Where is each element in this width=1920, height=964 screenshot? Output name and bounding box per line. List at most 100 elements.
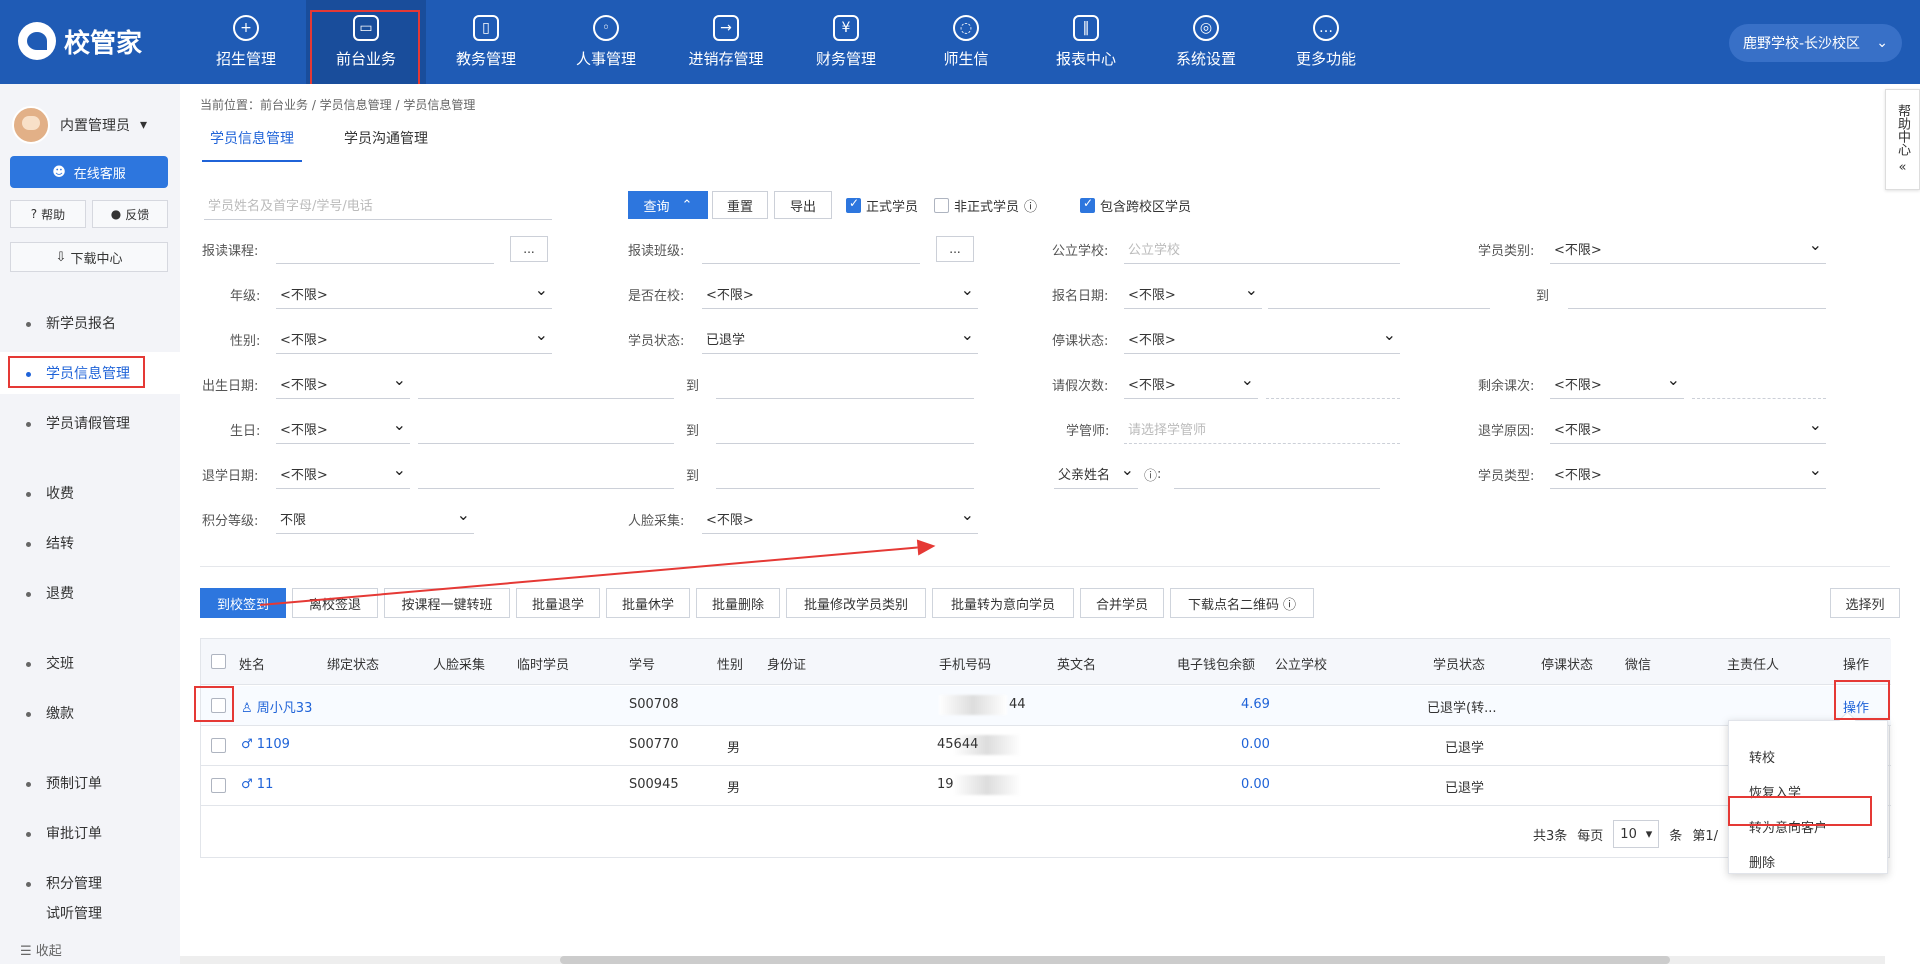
signup-date-end[interactable] — [1568, 279, 1826, 309]
transfer-school-menu-item[interactable]: 转校 — [1749, 741, 1775, 771]
campus-switcher[interactable]: 鹿野学校-长沙校区 ⌄ — [1729, 24, 1902, 62]
leave-date-start[interactable] — [418, 459, 674, 489]
header-id-card[interactable]: 身份证 — [767, 654, 806, 673]
header-english-name[interactable]: 英文名 — [1057, 654, 1096, 673]
nav-academic[interactable]: ▯ 教务管理 — [426, 0, 546, 84]
delete-menu-item[interactable]: 删除 — [1749, 846, 1775, 876]
header-status[interactable]: 学员状态 — [1433, 654, 1485, 673]
student-name-link[interactable]: ♙ 周小凡33 — [241, 697, 312, 716]
check-out-button[interactable]: 离校签退 — [292, 588, 378, 618]
nav-messages[interactable]: ◌ 师生信 — [906, 0, 1026, 84]
sidebar-item-charge[interactable]: 收费 — [0, 472, 180, 514]
nav-front-desk[interactable]: ▭ 前台业务 — [306, 0, 426, 84]
restore-enrollment-menu-item[interactable]: 恢复入学 — [1749, 776, 1801, 806]
horizontal-scrollbar[interactable] — [180, 956, 1885, 964]
batch-suspend-button[interactable]: 批量休学 — [606, 588, 690, 618]
birth-date-select[interactable]: <不限> — [276, 369, 410, 399]
leave-date-end[interactable] — [716, 459, 974, 489]
sidebar-item-shift[interactable]: 交班 — [0, 642, 180, 684]
convert-intended-menu-item[interactable]: 转为意向客户 — [1749, 811, 1827, 841]
public-school-input[interactable]: 公立学校 — [1124, 234, 1400, 264]
leave-times-select[interactable]: <不限> — [1124, 369, 1258, 399]
header-name[interactable]: 姓名 — [239, 654, 265, 673]
nav-finance[interactable]: ¥ 财务管理 — [786, 0, 906, 84]
points-level-select[interactable]: 不限 — [276, 504, 474, 534]
select-columns-button[interactable]: 选择列 — [1830, 588, 1900, 618]
tab-student-info[interactable]: 学员信息管理 — [202, 128, 302, 162]
leave-reason-select[interactable]: <不限> — [1550, 414, 1826, 444]
nav-enrollment[interactable]: + 招生管理 — [186, 0, 306, 84]
scrollbar-thumb[interactable] — [560, 956, 1670, 964]
student-type-select[interactable]: <不限> — [1550, 459, 1826, 489]
row-checkbox[interactable] — [211, 778, 226, 793]
student-status-select[interactable]: 已退学 — [702, 324, 978, 354]
signup-date-start[interactable] — [1268, 279, 1490, 309]
at-school-select[interactable]: <不限> — [702, 279, 978, 309]
nav-settings[interactable]: ◎ 系统设置 — [1146, 0, 1266, 84]
batch-delete-button[interactable]: 批量删除 — [696, 588, 780, 618]
grade-select[interactable]: <不限> — [276, 279, 552, 309]
face-capture-select[interactable]: <不限> — [702, 504, 978, 534]
gender-select[interactable]: <不限> — [276, 324, 552, 354]
sidebar-item-new-enrollment[interactable]: 新学员报名 — [0, 302, 180, 344]
row-checkbox[interactable] — [211, 698, 226, 713]
header-face[interactable]: 人脸采集 — [433, 654, 485, 673]
online-service-button[interactable]: ☻ 在线客服 — [10, 156, 168, 188]
student-category-select[interactable]: <不限> — [1550, 234, 1826, 264]
select-all-checkbox[interactable] — [211, 654, 226, 669]
student-search-input[interactable]: 学员姓名及首字母/学号/电话 — [204, 190, 552, 220]
sidebar-item-approval[interactable]: 审批订单 — [0, 812, 180, 854]
sidebar-item-student-info[interactable]: 学员信息管理 — [0, 352, 180, 394]
nav-reports[interactable]: ‖ 报表中心 — [1026, 0, 1146, 84]
header-owner[interactable]: 主责任人 — [1727, 654, 1779, 673]
birth-date-end[interactable] — [716, 369, 974, 399]
sidebar-item-payment[interactable]: 缴款 — [0, 692, 180, 734]
collapse-sidebar[interactable]: ☰ 收起 — [20, 940, 62, 959]
remaining-lessons-input[interactable] — [1692, 369, 1826, 399]
help-center-sidebar[interactable]: 帮助中心 « — [1885, 89, 1920, 190]
wallet-balance[interactable]: 0.00 — [1241, 777, 1270, 792]
header-wallet[interactable]: 电子钱包余额 — [1177, 654, 1255, 673]
user-menu[interactable]: 内置管理员 ▾ — [12, 106, 147, 144]
page-size-select[interactable]: 10 ▾ — [1613, 820, 1660, 848]
query-button[interactable]: 查询 ⌃ — [628, 191, 708, 219]
export-button[interactable]: 导出 — [774, 191, 832, 219]
header-student-id[interactable]: 学号 — [629, 654, 655, 673]
header-wechat[interactable]: 微信 — [1625, 654, 1651, 673]
student-name-link[interactable]: ♂ 11 — [241, 777, 273, 792]
feedback-button[interactable]: ● 反馈 — [92, 200, 168, 228]
course-picker-button[interactable]: ... — [510, 236, 548, 262]
informal-student-checkbox[interactable]: 非正式学员 ⓘ — [934, 196, 1037, 215]
sidebar-item-leave[interactable]: 学员请假管理 — [0, 402, 180, 444]
manager-select[interactable]: 请选择学管师 — [1124, 414, 1400, 444]
sidebar-item-trial[interactable]: 试听管理 — [0, 904, 180, 922]
stop-status-select[interactable]: <不限> — [1124, 324, 1400, 354]
header-bind-status[interactable]: 绑定状态 — [327, 654, 379, 673]
birthday-start[interactable] — [418, 414, 674, 444]
wallet-balance[interactable]: 4.69 — [1241, 697, 1270, 712]
batch-category-button[interactable]: 批量修改学员类别 — [786, 588, 926, 618]
batch-intended-button[interactable]: 批量转为意向学员 — [932, 588, 1074, 618]
sidebar-item-preorder[interactable]: 预制订单 — [0, 762, 180, 804]
class-input[interactable] — [702, 234, 920, 264]
birthday-end[interactable] — [716, 414, 974, 444]
download-qrcode-button[interactable]: 下载点名二维码 ⓘ — [1170, 588, 1314, 618]
download-center-button[interactable]: ⇩ 下载中心 — [10, 242, 168, 272]
merge-student-button[interactable]: 合并学员 — [1080, 588, 1164, 618]
header-stop-status[interactable]: 停课状态 — [1541, 654, 1593, 673]
row-checkbox[interactable] — [211, 738, 226, 753]
reset-button[interactable]: 重置 — [712, 191, 768, 219]
tab-student-communication[interactable]: 学员沟通管理 — [336, 128, 436, 162]
nav-more[interactable]: … 更多功能 — [1266, 0, 1386, 84]
nav-inventory[interactable]: → 进销存管理 — [666, 0, 786, 84]
help-button[interactable]: ? 帮助 — [10, 200, 86, 228]
batch-withdraw-button[interactable]: 批量退学 — [516, 588, 600, 618]
parent-name-select[interactable]: 父亲姓名 — [1054, 459, 1138, 489]
class-picker-button[interactable]: ... — [936, 236, 974, 262]
header-phone[interactable]: 手机号码 — [939, 654, 991, 673]
formal-student-checkbox[interactable]: 正式学员 — [846, 196, 918, 215]
birth-date-start[interactable] — [418, 369, 674, 399]
cross-campus-checkbox[interactable]: 包含跨校区学员 — [1080, 196, 1191, 215]
sidebar-item-points[interactable]: 积分管理 — [0, 862, 180, 904]
signup-date-select[interactable]: <不限> — [1124, 279, 1262, 309]
